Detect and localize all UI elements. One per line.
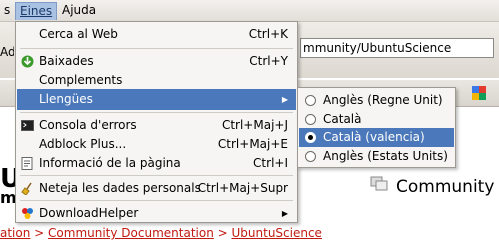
community-title: Community: [396, 177, 495, 197]
google-icon[interactable]: [472, 86, 486, 100]
menu-item-cerca-al-web[interactable]: Cerca al Web Ctrl+K: [17, 24, 296, 45]
menu-separator: [20, 175, 293, 176]
breadcrumb: ation > Community Documentation > Ubuntu…: [0, 226, 322, 240]
downloadhelper-icon: [22, 208, 33, 219]
menu-item-informacio-pagina[interactable]: Informació de la pàgina Ctrl+I: [17, 153, 296, 174]
address-label: Adr: [0, 45, 14, 59]
submenu-arrow-icon: ▶: [281, 209, 288, 218]
menu-eines[interactable]: Eines: [15, 2, 58, 20]
info-icon: [21, 157, 33, 170]
breadcrumb-separator: >: [213, 226, 232, 240]
menu-item-downloadhelper[interactable]: DownloadHelper ▶: [17, 203, 296, 224]
language-option-angles-estats-units[interactable]: Anglès (Estats Units): [299, 147, 454, 166]
menu-item-adblock-plus[interactable]: Adblock Plus... Ctrl+Maj+E: [17, 134, 296, 155]
menu-item-complements[interactable]: Complements: [17, 70, 296, 91]
llengues-submenu: Anglès (Regne Unit) Català Català (valen…: [297, 87, 456, 168]
community-icon: [370, 176, 388, 191]
language-option-angles-regne-unit[interactable]: Anglès (Regne Unit): [299, 91, 454, 110]
menu-item-llengues[interactable]: Llengües ▶: [17, 89, 296, 110]
broom-icon: [21, 182, 32, 195]
language-option-catala[interactable]: Català: [299, 110, 454, 129]
download-icon: [21, 55, 34, 68]
menu-item-consola-errors[interactable]: Consola d'errors Ctrl+Maj+J: [17, 115, 296, 136]
menu-separator: [20, 48, 293, 49]
breadcrumb-link-ubuntuscience[interactable]: UbuntuScience: [232, 226, 322, 240]
menu-separator: [20, 200, 293, 201]
radio-icon: [305, 114, 316, 125]
menu-item-baixades[interactable]: Baixades Ctrl+Y: [17, 51, 296, 72]
console-icon: [21, 120, 34, 131]
submenu-arrow-icon: ▶: [281, 95, 288, 104]
breadcrumb-separator: >: [30, 226, 49, 240]
menu-ajuda[interactable]: Ajuda: [58, 2, 100, 19]
radio-icon: [305, 151, 316, 162]
menu-partial-item[interactable]: s: [0, 2, 14, 19]
url-input[interactable]: mmunity/UbuntuScience: [300, 38, 494, 58]
radio-icon: [305, 95, 316, 106]
breadcrumb-link-documentation[interactable]: ation: [0, 226, 30, 240]
breadcrumb-link-community-docs[interactable]: Community Documentation: [48, 226, 214, 240]
menu-item-neteja-dades[interactable]: Neteja les dades personals Ctrl+Maj+Supr: [17, 178, 296, 199]
eines-menu: Cerca al Web Ctrl+K Baixades Ctrl+Y Comp…: [15, 21, 298, 223]
menu-bar: s Eines Ajuda: [0, 0, 499, 22]
radio-selected-icon: [305, 132, 316, 143]
language-option-catala-valencia[interactable]: Català (valencia): [299, 128, 454, 147]
menu-separator: [20, 112, 293, 113]
